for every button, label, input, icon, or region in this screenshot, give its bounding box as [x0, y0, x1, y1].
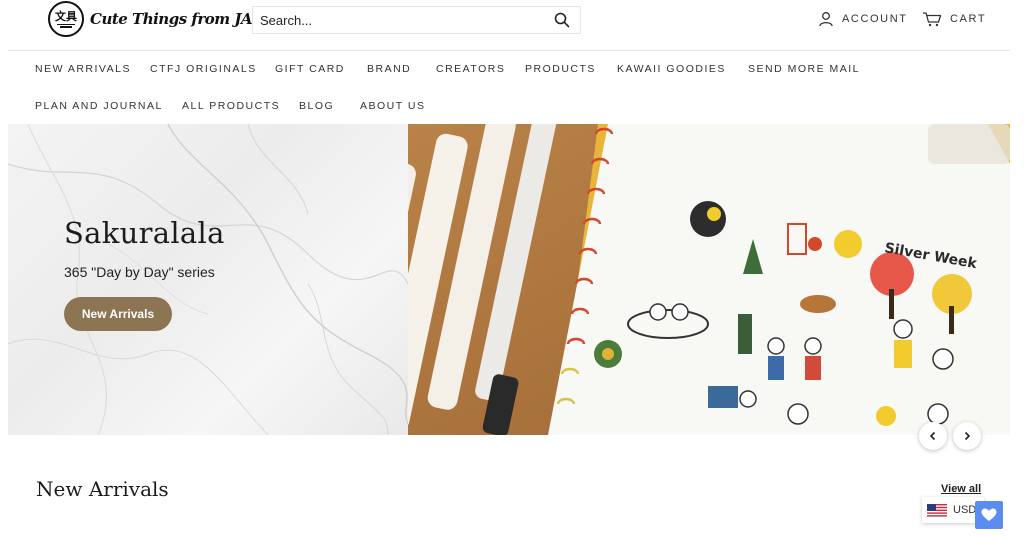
heart-icon — [981, 508, 997, 521]
search-icon[interactable] — [554, 12, 570, 28]
cart-link[interactable]: CART — [922, 11, 986, 27]
site-logo[interactable]: 文具 Cute Things from JAPAN — [48, 1, 287, 37]
nav-about-us[interactable]: ABOUT US — [360, 100, 425, 112]
logo-badge-rule — [60, 25, 72, 28]
slider-next-button[interactable] — [953, 422, 981, 450]
us-flag-icon — [927, 503, 947, 517]
nav-send-more-mail[interactable]: SEND MORE MAIL — [748, 63, 860, 75]
hero-image: Silver Week — [408, 124, 1010, 435]
nav-creators[interactable]: CREATORS — [436, 63, 505, 75]
search-input[interactable] — [253, 7, 543, 33]
hero-new-arrivals-button[interactable]: New Arrivals — [64, 297, 172, 331]
hero-title: Sakuralala — [64, 216, 225, 250]
wishlist-button[interactable] — [975, 501, 1003, 529]
nav-new-arrivals[interactable]: NEW ARRIVALS — [35, 63, 131, 75]
user-icon — [819, 12, 833, 27]
hero-subtitle: 365 "Day by Day" series — [64, 264, 215, 280]
account-label: ACCOUNT — [842, 13, 908, 25]
logo-badge-text: 文具 — [55, 9, 77, 23]
nav-ctfj-originals[interactable]: CTFJ ORIGINALS — [150, 63, 257, 75]
currency-code: USD — [953, 504, 977, 516]
nav-brand[interactable]: BRAND — [367, 63, 411, 75]
site-header: 文具 Cute Things from JAPAN ACCOUNT CART — [0, 0, 1024, 50]
header-divider — [8, 50, 1010, 51]
nav-plan-and-journal[interactable]: PLAN AND JOURNAL — [35, 100, 163, 112]
hero-illustration: Silver Week — [408, 124, 1010, 435]
hero-text-panel: Sakuralala 365 "Day by Day" series New A… — [8, 124, 408, 435]
search-bar — [252, 6, 581, 34]
logo-badge-rule — [57, 23, 75, 25]
section-title: New Arrivals — [36, 477, 169, 501]
logo-badge: 文具 — [48, 1, 84, 37]
cart-label: CART — [950, 13, 987, 25]
view-all-link[interactable]: View all — [941, 483, 981, 495]
nav-kawaii-goodies[interactable]: KAWAII GOODIES — [617, 63, 726, 75]
nav-gift-card[interactable]: GIFT CARD — [275, 63, 345, 75]
nav-all-products[interactable]: ALL PRODUCTS — [182, 100, 280, 112]
cart-icon — [923, 12, 942, 27]
slider-prev-button[interactable] — [919, 422, 947, 450]
account-link[interactable]: ACCOUNT — [818, 11, 908, 27]
nav-blog[interactable]: BLOG — [299, 100, 334, 112]
chevron-right-icon — [964, 431, 971, 441]
nav-products[interactable]: PRODUCTS — [525, 63, 596, 75]
chevron-left-icon — [929, 431, 936, 441]
